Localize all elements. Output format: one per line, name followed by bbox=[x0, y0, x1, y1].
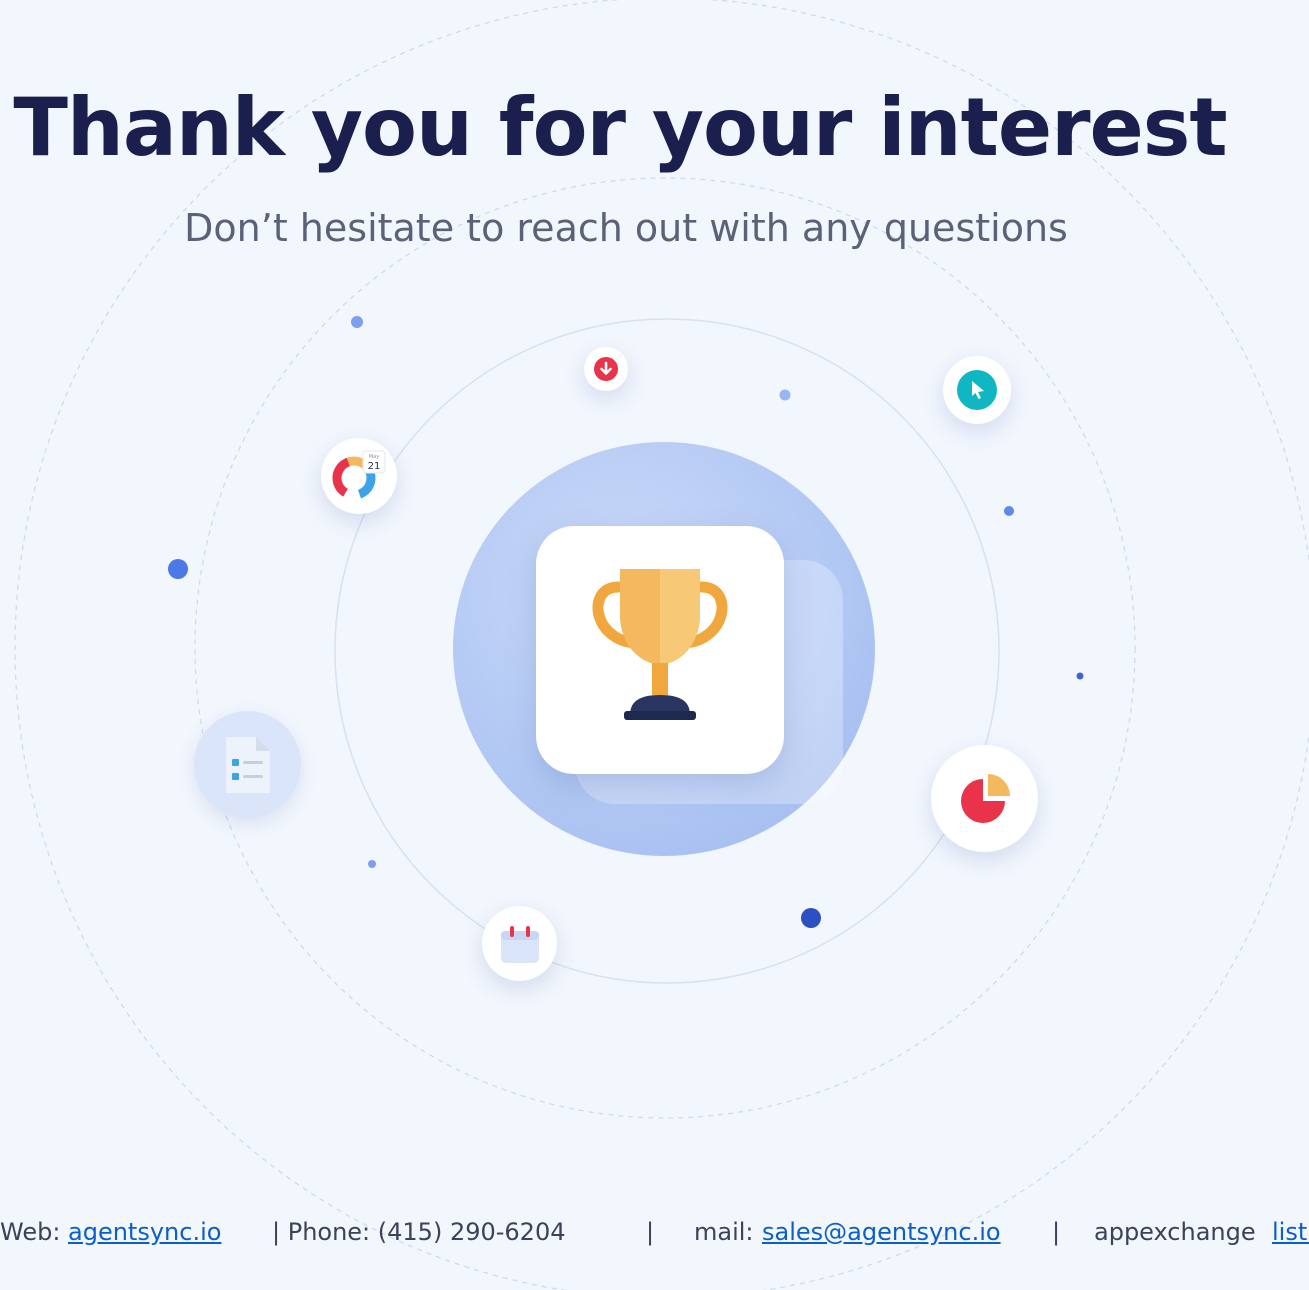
cursor-icon bbox=[957, 370, 997, 410]
pie-chart-badge bbox=[931, 745, 1038, 852]
document-badge bbox=[194, 711, 301, 818]
dot bbox=[168, 559, 188, 579]
calendar-day: 21 bbox=[368, 461, 381, 472]
pie-chart-icon bbox=[960, 773, 1010, 823]
cursor-badge bbox=[943, 356, 1011, 424]
dot bbox=[1076, 672, 1084, 680]
download-badge bbox=[584, 347, 628, 391]
dot bbox=[351, 316, 363, 328]
phone-text: | Phone: (415) 290-6204 bbox=[272, 1218, 566, 1246]
mail-label: mail: bbox=[694, 1218, 754, 1246]
thank-you-page: Thank you for your interest Don’t hesita… bbox=[0, 0, 1309, 1290]
appexchange-link[interactable]: listing bbox=[1272, 1212, 1309, 1252]
mail-link[interactable]: sales@agentsync.io bbox=[762, 1212, 1001, 1252]
document-icon bbox=[225, 736, 270, 793]
calendar-month: May bbox=[369, 454, 379, 460]
footer-separator: | bbox=[646, 1218, 655, 1246]
dot bbox=[779, 389, 791, 401]
dot bbox=[1004, 506, 1014, 516]
trophy-card bbox=[536, 526, 784, 774]
dot bbox=[801, 908, 821, 928]
download-icon bbox=[594, 357, 618, 381]
calendar-icon bbox=[500, 925, 539, 963]
web-link[interactable]: agentsync.io bbox=[68, 1212, 221, 1252]
contact-footer: Web: agentsync.io | Phone: (415) 290-620… bbox=[0, 1212, 1309, 1252]
donut-chart-badge: May 21 bbox=[321, 438, 397, 514]
web-label: Web: bbox=[0, 1218, 61, 1246]
footer-separator: | bbox=[1052, 1218, 1061, 1246]
donut-chart-icon: May 21 bbox=[332, 450, 386, 500]
trophy-icon bbox=[592, 569, 728, 720]
page-subtitle: Don’t hesitate to reach out with any que… bbox=[184, 206, 1068, 250]
calendar-badge bbox=[482, 906, 557, 981]
dot bbox=[368, 860, 376, 868]
page-title: Thank you for your interest bbox=[13, 81, 1227, 174]
appexchange-label: appexchange bbox=[1094, 1218, 1256, 1246]
